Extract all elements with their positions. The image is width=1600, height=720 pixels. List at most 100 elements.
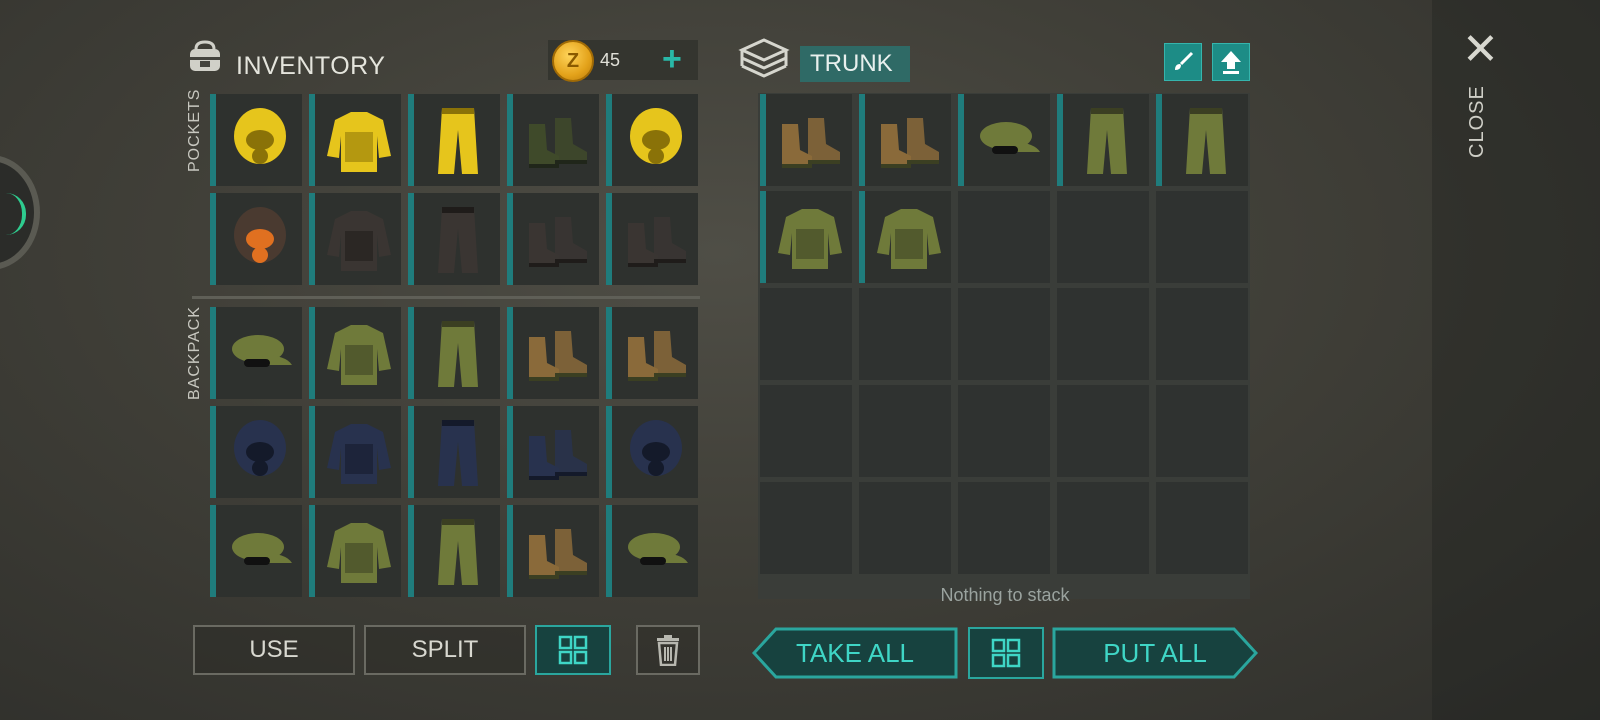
durability-bar xyxy=(210,307,216,399)
empty-slot[interactable] xyxy=(1156,288,1248,380)
empty-stack-message: Nothing to stack xyxy=(940,585,1070,605)
empty-slot[interactable] xyxy=(958,191,1050,283)
use-button[interactable]: USE xyxy=(193,625,355,675)
inventory-slot[interactable] xyxy=(606,94,698,186)
inventory-slot[interactable] xyxy=(606,307,698,399)
inventory-slot[interactable] xyxy=(210,505,302,597)
empty-slot[interactable] xyxy=(1057,288,1149,380)
durability-bar xyxy=(309,94,315,186)
inventory-slot[interactable] xyxy=(210,94,302,186)
inventory-slot[interactable] xyxy=(309,505,401,597)
camo-pants-icon xyxy=(438,519,478,585)
armored-vest-icon xyxy=(327,211,391,271)
camo-vest-icon xyxy=(327,523,391,583)
empty-slot[interactable] xyxy=(1156,482,1248,574)
inventory-slot[interactable] xyxy=(507,94,599,186)
durability-bar xyxy=(958,94,964,186)
inventory-slot[interactable] xyxy=(958,94,1050,186)
coin-icon: Z xyxy=(552,40,594,82)
backpack-icon xyxy=(190,40,220,71)
sort-trunk-button[interactable] xyxy=(968,627,1044,679)
inventory-title: INVENTORY xyxy=(236,52,386,80)
empty-slot[interactable] xyxy=(1057,385,1149,477)
empty-slot[interactable] xyxy=(958,385,1050,477)
police-boots-icon xyxy=(529,430,587,480)
inventory-slot[interactable] xyxy=(606,406,698,498)
inventory-slot[interactable] xyxy=(210,193,302,285)
durability-bar xyxy=(408,193,414,285)
empty-slot[interactable] xyxy=(958,482,1050,574)
desert-boots-icon xyxy=(529,331,587,381)
empty-slot[interactable] xyxy=(859,288,951,380)
inventory-slot[interactable] xyxy=(210,406,302,498)
inventory-slot[interactable] xyxy=(309,94,401,186)
sort-inventory-button[interactable] xyxy=(535,625,611,675)
empty-slot[interactable] xyxy=(1156,191,1248,283)
camo-vest-icon xyxy=(877,209,941,269)
close-icon[interactable]: ✕ xyxy=(1462,28,1499,72)
empty-slot[interactable] xyxy=(760,288,852,380)
currency-value: 45 xyxy=(600,50,621,70)
inventory-slot[interactable] xyxy=(408,193,500,285)
empty-slot[interactable] xyxy=(760,482,852,574)
inventory-slot[interactable] xyxy=(760,191,852,283)
spiked-gas-mask-icon xyxy=(234,207,286,263)
close-button[interactable]: CLOSE xyxy=(1466,85,1489,158)
durability-bar xyxy=(309,307,315,399)
camo-pants-icon xyxy=(1186,108,1226,174)
delete-button[interactable] xyxy=(636,625,700,675)
inventory-slot[interactable] xyxy=(408,406,500,498)
empty-slot[interactable] xyxy=(859,482,951,574)
armored-pants-icon xyxy=(438,207,478,273)
camo-cap-icon xyxy=(232,335,292,367)
camo-cap-icon xyxy=(628,533,688,565)
inventory-slot[interactable] xyxy=(210,307,302,399)
police-vest-icon xyxy=(327,424,391,484)
brush-button[interactable] xyxy=(1164,43,1202,81)
camo-vest-icon xyxy=(327,325,391,385)
durability-bar xyxy=(507,193,513,285)
inventory-slot[interactable] xyxy=(507,505,599,597)
put-all-button[interactable]: PUT ALL xyxy=(1052,627,1258,679)
inventory-slot[interactable] xyxy=(1156,94,1248,186)
empty-slot[interactable] xyxy=(1156,385,1248,477)
put-all-label: PUT ALL xyxy=(1103,637,1207,668)
add-currency-button[interactable]: + xyxy=(662,42,682,76)
inventory-slot[interactable] xyxy=(507,406,599,498)
durability-bar xyxy=(507,505,513,597)
inventory-slot[interactable] xyxy=(606,505,698,597)
camo-cap-icon xyxy=(232,533,292,565)
inventory-slot[interactable] xyxy=(507,193,599,285)
inventory-slot[interactable] xyxy=(507,307,599,399)
brush-icon xyxy=(1175,51,1194,70)
pockets-label: POCKETS xyxy=(186,88,203,172)
inventory-slot[interactable] xyxy=(309,307,401,399)
durability-bar xyxy=(859,191,865,283)
inventory-slot[interactable] xyxy=(309,406,401,498)
upload-button[interactable] xyxy=(1212,43,1250,81)
desert-boots-icon xyxy=(782,118,840,168)
desert-boots-icon xyxy=(628,331,686,381)
empty-slot[interactable] xyxy=(1057,482,1149,574)
inventory-slot[interactable] xyxy=(1057,94,1149,186)
durability-bar xyxy=(760,94,766,186)
inventory-slot[interactable] xyxy=(408,505,500,597)
empty-slot[interactable] xyxy=(1057,191,1149,283)
durability-bar xyxy=(1156,94,1162,186)
inventory-slot[interactable] xyxy=(408,307,500,399)
empty-slot[interactable] xyxy=(859,385,951,477)
take-all-button[interactable]: TAKE ALL xyxy=(752,627,958,679)
inventory-slot[interactable] xyxy=(760,94,852,186)
empty-slot[interactable] xyxy=(760,385,852,477)
inventory-slot[interactable] xyxy=(859,94,951,186)
inventory-slot[interactable] xyxy=(606,193,698,285)
durability-bar xyxy=(507,94,513,186)
empty-slot[interactable] xyxy=(958,288,1050,380)
inventory-slot[interactable] xyxy=(309,193,401,285)
inventory-slot[interactable] xyxy=(408,94,500,186)
split-button[interactable]: SPLIT xyxy=(364,625,526,675)
desert-boots-icon xyxy=(529,529,587,579)
tactical-helmet-icon xyxy=(630,420,682,476)
inventory-slot[interactable] xyxy=(859,191,951,283)
trunk-title: TRUNK xyxy=(800,46,910,82)
